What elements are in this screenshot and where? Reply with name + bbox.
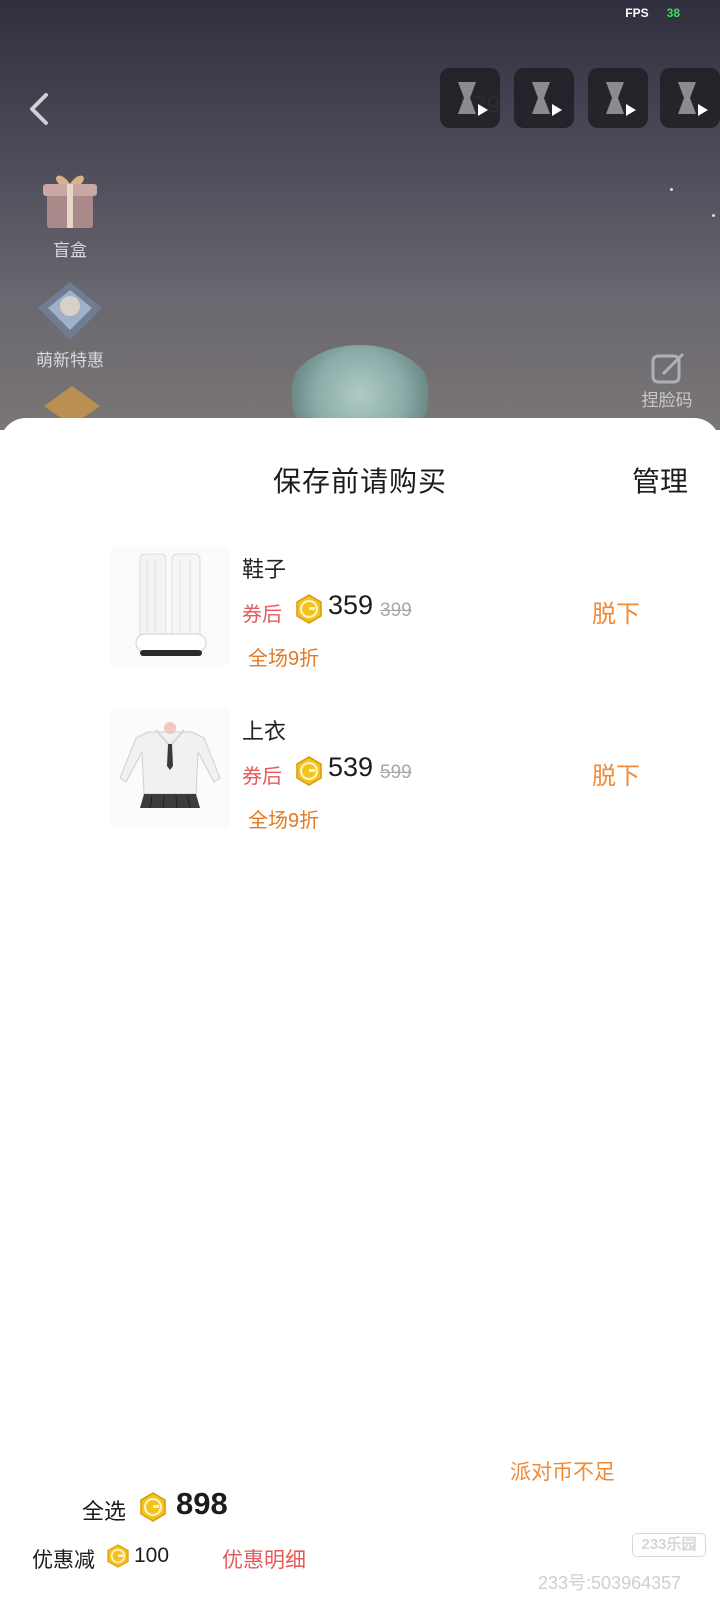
item-name: 上衣 [242,719,287,744]
ad-video-button[interactable] [660,68,720,128]
item-name: 鞋子 [242,557,287,582]
cart-item: 上衣 券后 539 599 全场9折 脱下 [110,708,670,832]
manage-button[interactable]: 管理 [632,460,688,500]
insufficient-coins-button[interactable]: 派对币不足 [510,1456,615,1486]
ad-video-button[interactable] [588,68,648,128]
discount-tag: 全场9折 [248,810,320,832]
hourglass-play-icon [606,82,636,116]
face-code-label: 捏脸码 [641,391,693,410]
item-thumbnail [110,708,230,828]
white-boots-image [135,553,207,656]
gift-box-icon [43,175,97,228]
discount-tag: 全场9折 [248,648,320,670]
white-sweater-image [119,722,221,809]
total-price: 898 [176,1486,228,1521]
item-original-price: 599 [380,762,412,783]
item-thumbnail [110,546,230,666]
cart-item: 鞋子 券后 359 399 全场9折 脱下 [110,546,670,670]
ad-video-button[interactable] [440,68,500,128]
party-coin-icon [296,756,322,786]
fps-counter: FPS 38 [625,6,680,20]
newbie-deal-icon [38,282,102,340]
item-price: 359 [328,590,374,620]
side-item-newbie-deal[interactable]: 萌新特惠 [22,278,118,371]
watermark-id: 233号:503964357 [538,1573,682,1593]
after-coupon-label: 券后 [242,766,282,788]
purchase-sheet: 保存前请购买 管理 鞋子 券后 359 399 全场9折 脱下 上衣 券后 53… [0,418,720,1600]
ad-video-button[interactable] [514,68,574,128]
game-background: FPS38 079 [0,0,720,430]
hourglass-play-icon [678,82,708,116]
side-item-label: 盲盒 [53,241,87,260]
party-coin-icon [107,1544,129,1568]
back-button[interactable] [26,92,52,126]
item-original-price: 399 [380,600,412,621]
hourglass-play-icon [532,82,562,116]
side-item-blind-box[interactable]: 盲盒 [22,168,118,261]
watermark-logo: 233乐园 [632,1533,706,1557]
discount-value: 100 [134,1544,170,1567]
sparkle [712,214,715,217]
sparkle [670,188,673,191]
after-coupon-label: 券后 [242,604,282,626]
take-off-button[interactable]: 脱下 [592,594,640,629]
take-off-button[interactable]: 脱下 [592,756,640,791]
face-code-button[interactable]: 捏脸码 [632,352,702,411]
hourglass-play-icon [458,82,488,116]
sheet-title: 保存前请购买 [272,466,447,497]
side-item-label: 萌新特惠 [36,351,104,370]
discount-label: 优惠减 [32,1549,95,1572]
select-all-label[interactable]: 全选 [82,1494,126,1526]
fps-label: FPS [625,6,649,20]
party-coin-icon [296,594,322,624]
chevron-left-icon [30,93,48,125]
discount-detail-link[interactable]: 优惠明细 [222,1544,306,1574]
fps-value: 38 [666,6,680,20]
item-price: 539 [328,752,374,782]
edit-icon [651,352,685,384]
party-coin-icon [140,1492,166,1522]
